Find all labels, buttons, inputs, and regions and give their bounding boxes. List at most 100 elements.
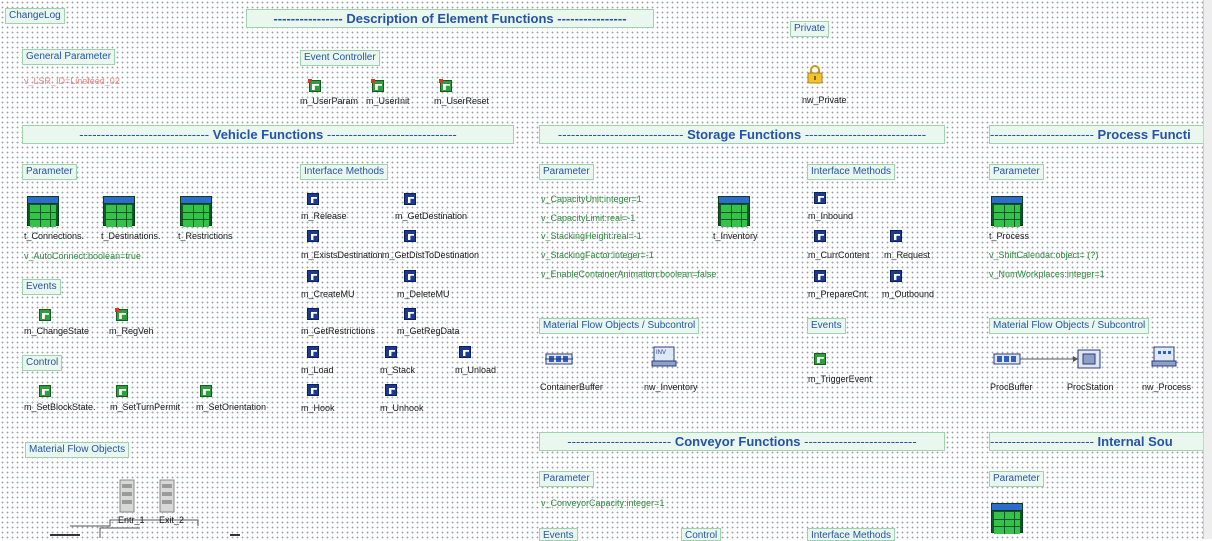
vehicle-event-label[interactable]: m_RegVeh (109, 326, 154, 336)
network-icon[interactable] (1150, 346, 1178, 368)
lock-icon[interactable] (807, 64, 823, 84)
vehicle-control-label[interactable]: m_SetOrientation (196, 402, 266, 412)
mfo-entrance-label[interactable]: Entr_1 (118, 515, 145, 525)
vertical-scrollbar[interactable] (1203, 0, 1212, 539)
interface-method-label[interactable]: m_GetDistToDestination (382, 250, 479, 260)
process-flow-diagram[interactable] (993, 348, 1103, 370)
container-buffer-icon[interactable] (545, 348, 573, 370)
interface-method-label[interactable]: m_GetRestrictions (301, 326, 375, 336)
method-icon[interactable] (890, 230, 902, 242)
storage-method-label[interactable]: m_Outbound (882, 289, 934, 299)
proc-station-label[interactable]: ProcStation (1067, 382, 1114, 392)
method-icon[interactable] (307, 193, 319, 205)
vehicle-mfo-header: Material Flow Objects (25, 442, 130, 458)
interface-method-label[interactable]: m_Unload (455, 365, 496, 375)
interface-method-label[interactable]: m_Unhook (380, 403, 424, 413)
process-table-label[interactable]: t_Process (989, 231, 1029, 241)
storage-variable[interactable]: v_CapacityLimit:real=-1 (541, 213, 635, 223)
nw-process-label[interactable]: nw_Process (1142, 382, 1191, 392)
event-controller-item[interactable]: m_UserInit (366, 96, 410, 106)
table-icon[interactable] (180, 196, 212, 227)
storage-variable[interactable]: v_EnableContainerAnimation:boolean=false (541, 269, 716, 279)
event-icon[interactable] (200, 385, 212, 397)
event-icon[interactable] (116, 385, 128, 397)
container-buffer-label[interactable]: ContainerBuffer (540, 382, 603, 392)
inventory-table-label[interactable]: t_Inventory (713, 231, 758, 241)
interface-method-label[interactable]: m_Load (301, 365, 334, 375)
table-icon[interactable] (991, 196, 1023, 227)
interface-method-label[interactable]: m_DeleteMU (397, 289, 450, 299)
storage-parameter-header: Parameter (539, 164, 594, 180)
general-parameter-header: General Parameter (22, 49, 116, 65)
method-icon[interactable] (404, 230, 416, 242)
method-icon[interactable] (307, 270, 319, 282)
interface-method-label[interactable]: m_Stack (380, 365, 415, 375)
trigger-event-label[interactable]: m_TriggerEvent (808, 374, 872, 384)
lsr-id-variable[interactable]: v_LSR_ID=Linefeed_02 (24, 76, 120, 86)
method-icon[interactable] (307, 384, 319, 396)
proc-buffer-label[interactable]: ProcBuffer (990, 382, 1032, 392)
method-icon[interactable] (814, 230, 826, 242)
table-icon[interactable] (991, 503, 1023, 534)
method-icon[interactable] (385, 346, 397, 358)
event-icon[interactable] (39, 309, 51, 321)
process-parameter-header: Parameter (989, 164, 1044, 180)
method-icon[interactable] (439, 79, 452, 92)
method-icon[interactable] (371, 79, 384, 92)
interface-method-label[interactable]: m_GetDestination (395, 211, 467, 221)
method-icon[interactable] (459, 346, 471, 358)
method-icon[interactable] (385, 384, 397, 396)
interface-method-label[interactable]: m_Release (301, 211, 347, 221)
conveyor-functions-header: ------------------------ Conveyor Functi… (539, 432, 945, 451)
vehicle-control-label[interactable]: m_SetBlockState. (24, 402, 96, 412)
method-icon[interactable] (814, 270, 826, 282)
table-icon[interactable] (27, 196, 59, 227)
inventory-badge: INV (656, 350, 667, 356)
method-icon[interactable] (404, 270, 416, 282)
event-controller-item[interactable]: m_UserParam (300, 96, 358, 106)
storage-variable[interactable]: v_StackingHeight:real=-1 (541, 231, 642, 241)
interface-method-label[interactable]: m_ExistsDestination (301, 250, 383, 260)
table-icon[interactable] (718, 196, 750, 227)
autoconnect-variable[interactable]: v_AutoConnect:boolean=true (24, 251, 141, 261)
method-icon[interactable] (404, 193, 416, 205)
method-icon[interactable] (307, 230, 319, 242)
vehicle-interface-header: Interface Methods (300, 164, 389, 180)
process-functions-header: ------------------------ Process Functi (989, 125, 1205, 144)
event-icon[interactable] (39, 385, 51, 397)
method-icon[interactable] (404, 308, 416, 320)
method-icon[interactable] (307, 346, 319, 358)
shift-calendar-variable[interactable]: v_ShiftCalendar:object= (?) (989, 250, 1098, 260)
vehicle-table-label[interactable]: t_Destinations. (101, 231, 161, 241)
private-label: nw_Private (802, 95, 847, 105)
method-icon[interactable] (308, 79, 321, 92)
vehicle-event-label[interactable]: m_ChangeState (24, 326, 89, 336)
event-icon[interactable] (115, 308, 128, 321)
material-flow-diagram[interactable] (40, 478, 240, 539)
vehicle-table-label[interactable]: t_Restrictions (178, 231, 233, 241)
internal-parameter-header: Parameter (989, 471, 1044, 487)
vehicle-control-label[interactable]: m_SetTurnPermit (110, 402, 180, 412)
event-controller-item[interactable]: m_UserReset (434, 96, 489, 106)
storage-variable[interactable]: v_CapacityUnit:integer=1 (541, 194, 642, 204)
storage-method-label[interactable]: m_PrepareCnt. (808, 289, 869, 299)
method-icon[interactable] (814, 192, 826, 204)
interface-method-label[interactable]: m_Hook (301, 403, 335, 413)
method-icon[interactable] (890, 270, 902, 282)
interface-method-label[interactable]: m_GetRegData (397, 326, 460, 336)
storage-variable[interactable]: v_StackingFactor:integer=-1 (541, 250, 654, 260)
storage-method-label[interactable]: m_Request (884, 250, 930, 260)
nw-inventory-label[interactable]: nw_Inventory (644, 382, 698, 392)
storage-method-label[interactable]: m_CurrContent (808, 250, 870, 260)
vehicle-table-label[interactable]: t_Connections. (24, 231, 84, 241)
interface-method-label[interactable]: m_CreateMU (301, 289, 355, 299)
conveyor-capacity-variable[interactable]: v_ConveyorCapacity:integer=1 (541, 498, 664, 508)
method-icon[interactable] (307, 308, 319, 320)
storage-method-label[interactable]: m_Inbound (808, 211, 853, 221)
event-icon[interactable] (814, 353, 826, 365)
mfo-exit-label[interactable]: Exit_2 (159, 515, 184, 525)
num-workplaces-variable[interactable]: v_NumWorkplaces:integer=1 (989, 269, 1105, 279)
changelog-label[interactable]: ChangeLog (5, 8, 65, 24)
table-icon[interactable] (103, 196, 135, 227)
conveyor-interface-header: Interface Methods (807, 528, 896, 541)
